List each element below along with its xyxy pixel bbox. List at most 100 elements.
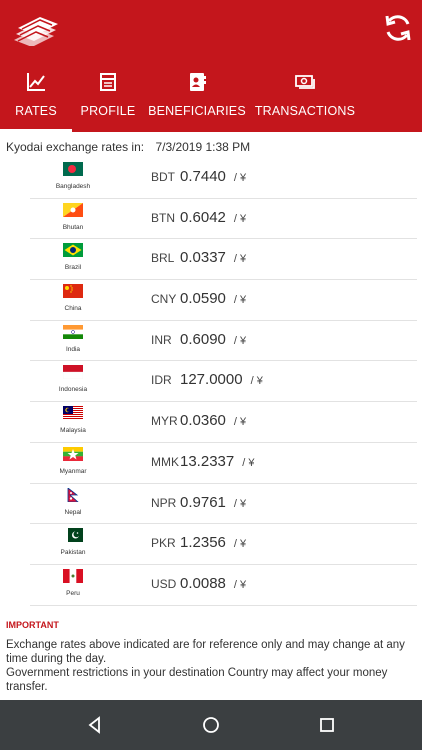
rate-value: 0.6090	[180, 330, 226, 348]
rate-value-wrap: 0.0360 / ¥	[180, 412, 246, 429]
rate-value: 0.0088	[180, 574, 226, 592]
active-tab-indicator	[0, 129, 72, 132]
tab-transactions-label: TRANSACTIONS	[254, 104, 356, 118]
main-tabs: RATES PROFILE BENEFICIARIES TRANSACTIONS	[0, 68, 422, 132]
currency-code: IDR	[151, 373, 172, 388]
rate-value-wrap: 0.0590 / ¥	[180, 290, 246, 307]
indonesia-flag-icon	[63, 365, 83, 380]
currency-code: MYR	[151, 414, 178, 429]
currency-code: PKR	[151, 536, 176, 551]
country-name: Indonesia	[58, 386, 88, 394]
rate-unit: / ¥	[242, 456, 255, 469]
rate-value: 1.2356	[180, 534, 226, 552]
myanmar-flag-icon	[63, 446, 83, 461]
rate-unit: / ¥	[250, 375, 263, 388]
rate-unit: / ¥	[233, 416, 247, 429]
rate-value: 0.0590	[180, 290, 226, 308]
app-header: RATES PROFILE BENEFICIARIES TRANSACTIONS	[0, 0, 422, 132]
rate-value-wrap: 13.2337 / ¥	[180, 453, 254, 470]
kyodai-logo-icon	[14, 17, 58, 46]
rate-unit: / ¥	[233, 212, 247, 225]
rate-unit: / ¥	[233, 578, 247, 591]
rate-unit: / ¥	[233, 172, 247, 184]
home-icon[interactable]	[200, 714, 222, 736]
rate-value-wrap: 0.0088 / ¥	[180, 575, 246, 592]
system-nav-bar	[0, 700, 422, 750]
tab-profile[interactable]: PROFILE	[74, 68, 142, 132]
tab-profile-label: PROFILE	[80, 104, 136, 118]
rate-value-wrap: 0.6042 / ¥	[180, 209, 246, 226]
brazil-flag-icon	[63, 243, 83, 258]
country-name: Brazil	[64, 264, 82, 272]
rate-unit: / ¥	[233, 294, 247, 307]
tab-transactions[interactable]: TRANSACTIONS	[250, 68, 360, 132]
country-name: Nepal	[64, 508, 82, 516]
rate-row-mmk: Myanmar MMK 13.2337 / ¥	[30, 443, 417, 484]
currency-code: INR	[151, 332, 172, 347]
money-icon	[295, 75, 315, 89]
rate-value: 0.0360	[180, 412, 226, 430]
rate-value: 0.9761	[180, 493, 226, 511]
rate-value-wrap: 0.6090 / ¥	[180, 331, 246, 348]
rate-row-bdt: Bangladesh BDT 0.7440 / ¥	[30, 158, 417, 199]
country-name: China	[64, 305, 82, 313]
rate-value: 13.2337	[180, 452, 235, 470]
currency-code: BTN	[151, 210, 175, 225]
rate-row-myr: Malaysia MYR 0.0360 / ¥	[30, 402, 417, 443]
nepal-flag-icon	[67, 487, 79, 502]
back-icon[interactable]	[84, 714, 106, 736]
contacts-icon	[190, 73, 206, 91]
rate-row-brl: Brazil BRL 0.0337 / ¥	[30, 239, 417, 281]
chart-icon	[27, 73, 45, 91]
country-name: Peru	[66, 589, 80, 597]
rate-row-btn: Bhutan BTN 0.6042 / ¥	[30, 199, 417, 240]
rates-list: Bangladesh BDT 0.7440 / ¥ Bhutan BTN 0.60…	[0, 158, 422, 606]
tab-beneficiaries[interactable]: BENEFICIARIES	[146, 68, 248, 132]
currency-code: USD	[151, 576, 177, 591]
rate-unit: / ¥	[233, 334, 247, 347]
rate-row-usd: Peru USD 0.0088 / ¥	[30, 565, 417, 606]
peru-flag-icon	[63, 568, 83, 583]
rate-row-pkr: Pakistan PKR 1.2356 / ¥	[30, 524, 417, 565]
currency-code: CNY	[151, 292, 177, 307]
rate-value-wrap: 0.0337 / ¥	[180, 249, 246, 266]
country-name: Bhutan	[62, 223, 84, 231]
rate-value: 127.0000	[180, 371, 243, 389]
country-name: Bangladesh	[55, 183, 91, 190]
rate-unit: / ¥	[233, 253, 247, 266]
tab-rates[interactable]: RATES	[0, 68, 72, 132]
rate-value-wrap: 0.7440 / ¥	[180, 168, 246, 185]
tab-beneficiaries-label: BENEFICIARIES	[148, 104, 246, 118]
rate-row-npr: Nepal NPR 0.9761 / ¥	[30, 484, 417, 525]
notice-line-2: Government restrictions in your destinat…	[6, 667, 388, 693]
rate-value: 0.6042	[180, 208, 226, 226]
bangladesh-flag-icon	[63, 162, 83, 176]
rates-header-date: 7/3/2019 1:38 PM	[155, 140, 251, 154]
country-name: India	[65, 345, 81, 353]
rate-value-wrap: 1.2356 / ¥	[180, 534, 246, 551]
currency-code: BRL	[151, 251, 175, 266]
recents-icon[interactable]	[316, 714, 338, 736]
pakistan-flag-icon	[63, 528, 83, 543]
rates-header-label: Kyodai exchange rates in:	[6, 140, 145, 154]
country-name: Myanmar	[59, 467, 87, 475]
bhutan-flag-icon	[63, 202, 83, 217]
notice-line-1: Exchange rates above indicated are for r…	[6, 639, 405, 665]
calendar-icon	[100, 73, 116, 91]
rate-value: 0.7440	[180, 168, 226, 185]
currency-code: BDT	[151, 170, 175, 184]
notice-text: Exchange rates above indicated are for r…	[6, 638, 418, 694]
rates-timestamp: Kyodai exchange rates in: 7/3/2019 1:38 …	[6, 140, 258, 154]
country-name: Pakistan	[60, 549, 86, 557]
rate-row-cny: China CNY 0.0590 / ¥	[30, 280, 417, 321]
rate-value-wrap: 127.0000 / ¥	[180, 371, 263, 388]
important-heading: IMPORTANT	[6, 620, 59, 630]
refresh-icon[interactable]	[382, 12, 414, 44]
rate-unit: / ¥	[233, 497, 247, 510]
rate-value-wrap: 0.9761 / ¥	[180, 494, 246, 511]
currency-code: MMK	[151, 454, 179, 469]
rate-row-inr: India INR 0.6090 / ¥	[30, 321, 417, 362]
rate-unit: / ¥	[233, 538, 247, 551]
currency-code: NPR	[151, 495, 177, 510]
india-flag-icon	[63, 324, 83, 339]
